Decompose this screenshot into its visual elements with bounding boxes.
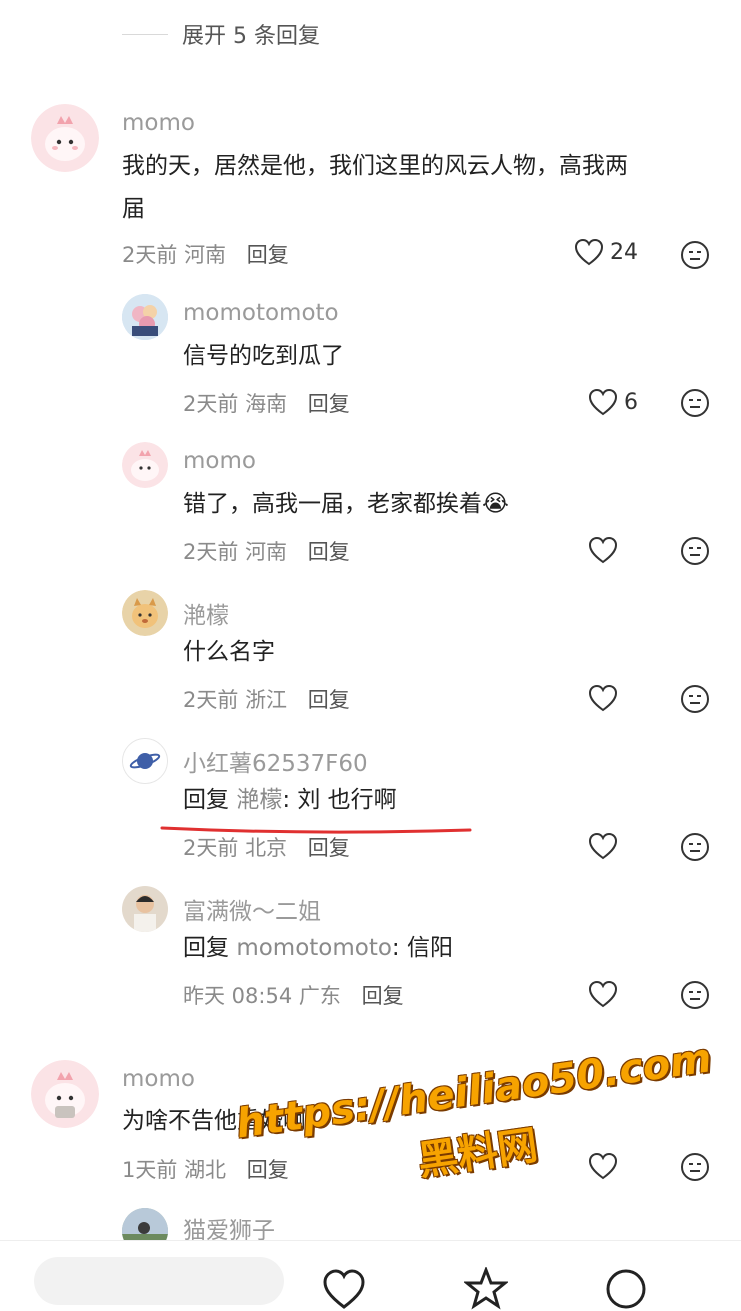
reply-button[interactable]: 回复	[247, 1158, 289, 1182]
divider-line	[122, 33, 168, 35]
avatar[interactable]	[31, 1060, 99, 1128]
emoji-reaction-icon[interactable]	[680, 684, 710, 714]
reply-meta: 2天前 海南 回复	[183, 388, 350, 418]
comment-input[interactable]	[34, 1257, 284, 1305]
reply-button[interactable]: 回复	[362, 984, 404, 1008]
star-icon[interactable]	[464, 1267, 508, 1311]
avatar[interactable]	[122, 738, 168, 784]
avatar[interactable]	[31, 104, 99, 172]
watermark-name: 黑料网	[415, 1122, 541, 1185]
comment-location: 湖北	[184, 1158, 227, 1182]
reply-text: 信号的吃到瓜了	[183, 343, 344, 369]
emoji-reaction-icon[interactable]	[680, 240, 710, 270]
reply-button[interactable]: 回复	[308, 688, 350, 712]
reply-location: 北京	[245, 836, 288, 860]
emoji-reaction-icon[interactable]	[680, 980, 710, 1010]
reply-text-content: : 刘 也行啊	[282, 787, 397, 813]
reply-location: 浙江	[245, 688, 288, 712]
reply-meta: 2天前 河南 回复	[183, 536, 350, 566]
heart-icon	[588, 980, 618, 1008]
mention-link[interactable]: 滟檬	[236, 787, 282, 813]
bottom-input-bar	[0, 1240, 741, 1310]
comment-text: 为啥不告他重婚啊	[122, 1108, 306, 1134]
comment-time: 2天前	[122, 243, 178, 267]
mention-link[interactable]: momotomoto	[236, 935, 392, 961]
reply-meta: 2天前 浙江 回复	[183, 684, 350, 714]
like-button[interactable]	[588, 1152, 618, 1180]
crying-emoji: 😭	[482, 491, 509, 517]
avatar[interactable]	[122, 442, 168, 488]
reply-time: 2天前	[183, 836, 239, 860]
like-count: 24	[610, 239, 638, 265]
reply-button[interactable]: 回复	[308, 836, 350, 860]
like-button[interactable]: 6	[588, 388, 638, 416]
avatar[interactable]	[122, 294, 168, 340]
reply-meta: 昨天 08:54 广东 回复	[183, 980, 404, 1010]
comment-time: 1天前	[122, 1158, 178, 1182]
emoji-reaction-icon[interactable]	[680, 1152, 710, 1182]
emoji-reaction-icon[interactable]	[680, 536, 710, 566]
reply-meta: 2天前 北京 回复	[183, 832, 350, 862]
avatar[interactable]	[122, 590, 168, 636]
expand-replies[interactable]: 展开 5 条回复	[122, 18, 320, 50]
reply-text: 回复 滟檬: 刘 也行啊	[183, 779, 397, 822]
like-button[interactable]	[588, 684, 618, 712]
like-button[interactable]	[588, 980, 618, 1008]
reply-time: 昨天 08:54	[183, 984, 293, 1008]
comment-text-line: 届	[122, 196, 145, 222]
reply-button[interactable]: 回复	[308, 540, 350, 564]
reply-text: 错了，高我一届，老家都挨着😭	[183, 483, 509, 526]
comment-icon[interactable]	[604, 1267, 648, 1311]
reply-prefix: 回复	[183, 935, 229, 961]
watermark-overlay: https://heiliao50.com 黑料网	[233, 1035, 726, 1231]
reply-location: 广东	[298, 984, 341, 1008]
comment-text: 我的天，居然是他，我们这里的风云人物，高我两 届	[122, 145, 712, 231]
reply-author[interactable]: 富满微～二姐	[183, 892, 321, 926]
heart-icon	[588, 388, 618, 416]
heart-icon[interactable]	[322, 1267, 366, 1311]
reply-time: 2天前	[183, 392, 239, 416]
comment-text-line: 我的天，居然是他，我们这里的风云人物，高我两	[122, 153, 628, 179]
reply-button[interactable]: 回复	[308, 392, 350, 416]
comment-author[interactable]: momo	[122, 1066, 195, 1092]
like-button[interactable]	[588, 536, 618, 564]
comment-author[interactable]: momo	[122, 110, 195, 136]
heart-icon	[588, 684, 618, 712]
expand-replies-label: 展开 5 条回复	[182, 24, 320, 49]
reply-location: 海南	[245, 392, 288, 416]
comment-meta: 1天前 湖北 回复	[122, 1154, 289, 1184]
reply-text-content: 错了，高我一届，老家都挨着	[183, 491, 482, 517]
reply-author[interactable]: 小红薯62537F60	[183, 744, 368, 778]
reply-time: 2天前	[183, 688, 239, 712]
reply-text-content: : 信阳	[391, 935, 453, 961]
reply-author[interactable]: momotomoto	[183, 300, 339, 326]
heart-icon	[574, 238, 604, 266]
comment-meta: 2天前 河南 回复	[122, 239, 289, 269]
reply-prefix: 回复	[183, 787, 229, 813]
reply-author[interactable]: 滟檬	[183, 596, 229, 630]
like-button[interactable]	[588, 832, 618, 860]
reply-author[interactable]: momo	[183, 448, 256, 474]
reply-text: 什么名字	[183, 639, 275, 665]
reply-button[interactable]: 回复	[247, 243, 289, 267]
reply-location: 河南	[245, 540, 288, 564]
like-count: 6	[624, 389, 638, 415]
reply-time: 2天前	[183, 540, 239, 564]
heart-icon	[588, 536, 618, 564]
red-underline-annotation	[160, 826, 472, 834]
emoji-reaction-icon[interactable]	[680, 832, 710, 862]
reply-text: 回复 momotomoto: 信阳	[183, 927, 453, 970]
heart-icon	[588, 1152, 618, 1180]
emoji-reaction-icon[interactable]	[680, 388, 710, 418]
comment-location: 河南	[184, 243, 227, 267]
heart-icon	[588, 832, 618, 860]
avatar[interactable]	[122, 886, 168, 932]
like-button[interactable]: 24	[574, 238, 638, 266]
